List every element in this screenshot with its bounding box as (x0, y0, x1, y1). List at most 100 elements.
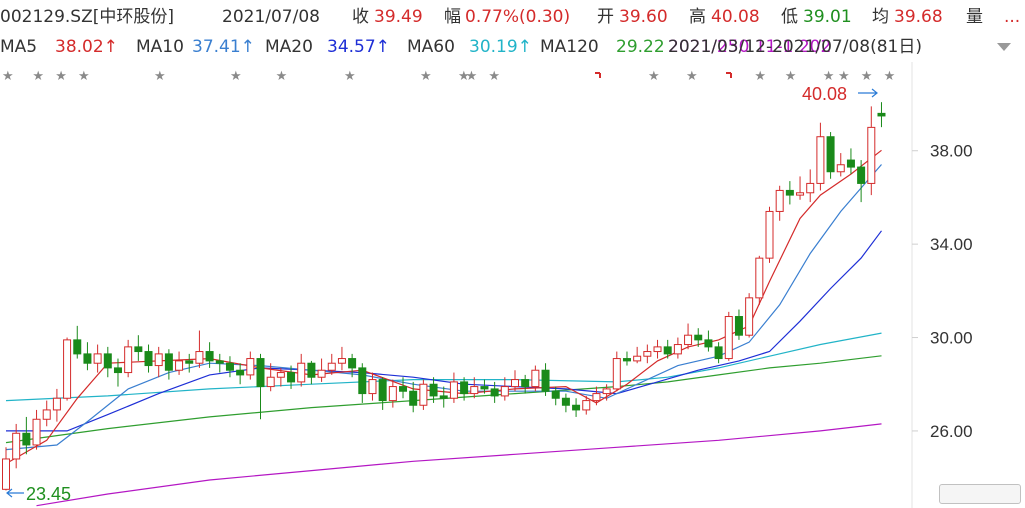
star-icon: ★ (686, 69, 698, 84)
high-price-annotation: 40.08 (802, 84, 847, 104)
candle (867, 106, 876, 196)
candle (256, 353, 265, 420)
candle-body-up (52, 397, 61, 411)
high-pointer-arrow-icon (858, 88, 878, 98)
candle-body-down (205, 351, 214, 362)
candle (572, 398, 581, 417)
candle-body-down (480, 386, 489, 390)
candle-body-down (877, 112, 886, 117)
candle (419, 379, 428, 410)
candle (592, 386, 601, 406)
candle-body-up (673, 344, 682, 355)
star-icon: ★ (2, 69, 14, 84)
candle (185, 353, 194, 373)
candle (846, 148, 855, 175)
candle (337, 346, 346, 371)
candle (511, 370, 519, 392)
candle (83, 342, 92, 371)
candle-body-up (511, 379, 519, 388)
candle-body-up (124, 346, 133, 374)
candle-body-up (724, 316, 733, 360)
candle-body-down (215, 360, 224, 364)
candle (724, 311, 733, 361)
candle (551, 386, 560, 406)
candle (622, 351, 631, 366)
candle-body-down (307, 362, 316, 378)
star-icon: ★ (55, 69, 67, 84)
candle (470, 377, 479, 399)
candle (816, 122, 825, 191)
candle (144, 344, 153, 373)
watermark-logo (939, 484, 1021, 504)
candle-body-up (388, 386, 397, 402)
candle (633, 346, 642, 364)
candle (755, 255, 764, 305)
candle-body-down (73, 339, 82, 355)
candle-body-up (796, 192, 805, 196)
candle (307, 360, 316, 385)
candle (154, 346, 163, 378)
candle (449, 372, 458, 403)
y-tick-label: 26.00 (930, 422, 973, 441)
candle (714, 342, 723, 364)
candle (704, 330, 713, 352)
candle-body-down (714, 346, 723, 360)
y-tick-label: 30.00 (930, 329, 973, 348)
candle-body-down (358, 367, 367, 395)
candle-body-up (806, 182, 815, 194)
star-icon: ★ (344, 69, 356, 84)
candle-body-down (826, 136, 835, 173)
low-price-annotation: 23.45 (26, 484, 71, 504)
star-icon: ★ (32, 69, 44, 84)
candle (765, 206, 774, 263)
candlestick-chart: ★ ★ ★ ★ ★ ★ ★ ★ ★ ★★ ★ ★ ★ ★ ★ ★ ★ ★ ★ 38.00 34.00 30.00 26.0… (2, 62, 973, 508)
candle (378, 377, 387, 410)
candle (124, 339, 133, 378)
candle-body-up (317, 369, 326, 378)
candle-body-up (816, 136, 825, 184)
candle-body-down (429, 383, 438, 397)
candle-body-up (337, 358, 346, 364)
candle (225, 356, 234, 378)
candle-body-up (755, 257, 764, 299)
candle-body-up (643, 351, 652, 357)
candle-body-down (164, 353, 173, 371)
candle (236, 363, 245, 385)
candle (103, 346, 112, 378)
star-icon: ★ (420, 69, 432, 84)
star-icon: ★ (488, 69, 500, 84)
candle (297, 353, 306, 387)
star-icon: ★ (154, 69, 166, 84)
candle-body-up (93, 353, 102, 364)
star-icon: ★ (884, 69, 896, 84)
candle-body-up (327, 362, 336, 371)
candle (826, 132, 835, 179)
candle-body-up (653, 346, 662, 353)
candle-body-up (531, 369, 540, 388)
event-markers: ★ ★ ★ ★ ★ ★ ★ ★ ★ ★★ ★ ★ ★ ★ ★ ★ ★ ★ ★ (2, 69, 895, 84)
candle (409, 381, 418, 413)
candle (93, 344, 102, 373)
candle-body-down (734, 316, 743, 336)
candle-body-down (256, 358, 265, 388)
price-annotations: 40.08 23.45 (6, 72, 878, 504)
candle (745, 293, 754, 338)
candle-body-down (378, 379, 387, 402)
candle (195, 330, 204, 368)
star-icon: ★ (648, 69, 660, 84)
candle (266, 363, 275, 392)
candle-body-up (449, 381, 458, 399)
candle (877, 102, 886, 128)
event-flag-icon (726, 72, 732, 78)
candle (358, 363, 367, 403)
candle-body-down (704, 339, 713, 348)
candle-body-up (32, 418, 41, 446)
candle-body-up (633, 355, 642, 362)
candle (785, 181, 794, 205)
candle (73, 325, 82, 359)
low-pointer-arrow-icon (6, 488, 24, 498)
y-axis: 38.00 34.00 30.00 26.00 (911, 62, 973, 508)
candle (684, 323, 693, 350)
candle (673, 337, 682, 359)
candle-body-down (561, 397, 570, 406)
